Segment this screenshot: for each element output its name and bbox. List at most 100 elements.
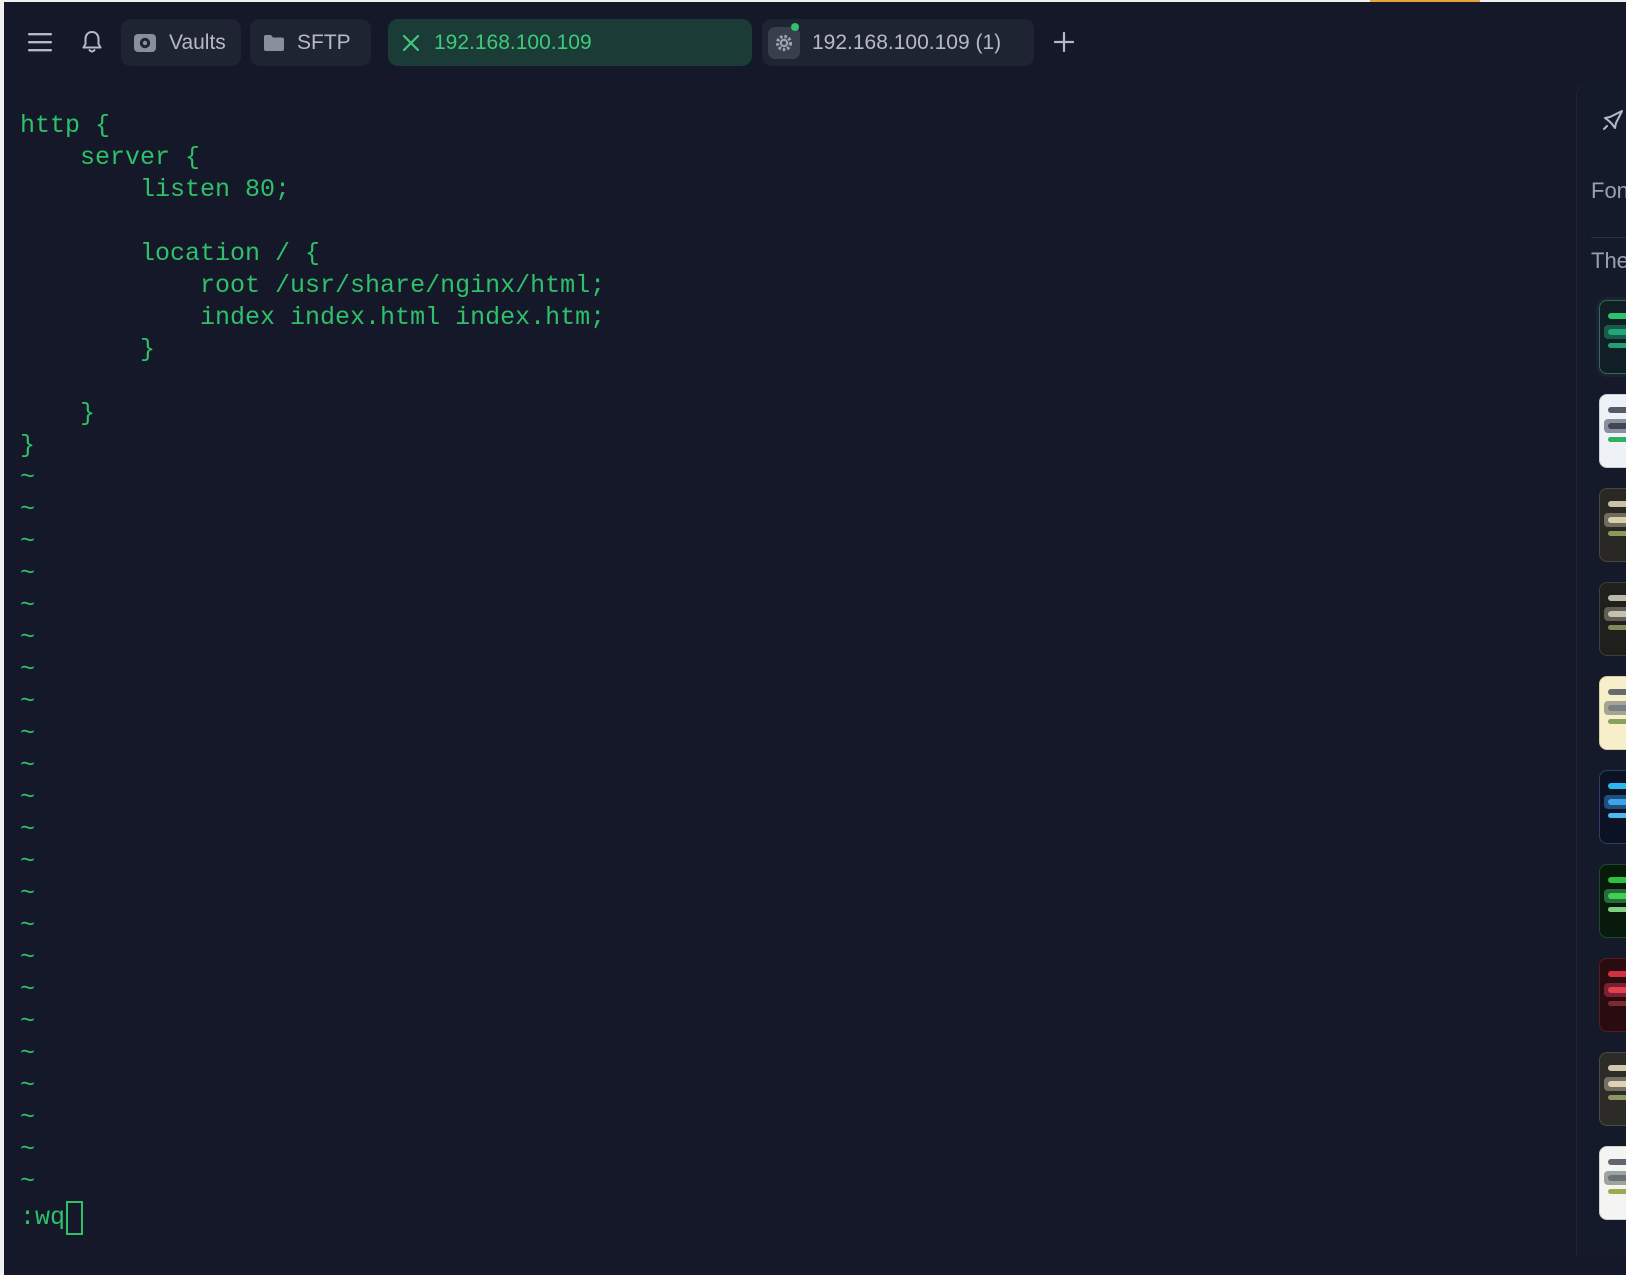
- plus-icon: [1054, 32, 1074, 52]
- empty-line-tilde: ~: [20, 1135, 36, 1164]
- theme-preview-line: [1608, 1189, 1626, 1194]
- folder-icon: [264, 34, 284, 51]
- empty-line-tilde: ~: [20, 815, 36, 844]
- empty-line-tilde: ~: [20, 527, 36, 556]
- tab-session-2[interactable]: 192.168.100.109 (1): [762, 19, 1034, 66]
- theme-preview-line: [1608, 1095, 1626, 1100]
- code-line: http {: [20, 111, 111, 140]
- empty-line-tilde: ~: [20, 495, 36, 524]
- theme-section-label: The: [1591, 248, 1626, 273]
- empty-line-tilde: ~: [20, 463, 36, 492]
- code-line: root /usr/share/nginx/html;: [20, 271, 606, 300]
- theme-preview-line: [1608, 1159, 1626, 1165]
- session-icon-badge: [768, 22, 800, 59]
- code-line: }: [20, 399, 96, 428]
- theme-card-theme-light[interactable]: [1599, 394, 1626, 468]
- menu-button[interactable]: [20, 22, 60, 62]
- hamburger-menu-icon: [28, 33, 52, 52]
- theme-preview-line: [1608, 343, 1626, 348]
- empty-line-tilde: ~: [20, 1039, 36, 1068]
- empty-line-tilde: ~: [20, 687, 36, 716]
- empty-line-tilde: ~: [20, 943, 36, 972]
- theme-card-theme-tan[interactable]: [1599, 488, 1626, 562]
- theme-preview-line: [1608, 437, 1626, 442]
- empty-line-tilde: ~: [20, 719, 36, 748]
- vim-command-text: :wq: [20, 1203, 66, 1232]
- theme-preview-line: [1608, 705, 1626, 711]
- theme-preview-line: [1608, 719, 1626, 724]
- theme-preview-line: [1608, 1175, 1626, 1181]
- theme-preview-line: [1608, 813, 1626, 818]
- tab-sftp[interactable]: SFTP: [250, 19, 371, 66]
- code-line: }: [20, 431, 36, 460]
- empty-line-tilde: ~: [20, 847, 36, 876]
- tab-label: Vaults: [169, 30, 226, 54]
- empty-line-tilde: ~: [20, 911, 36, 940]
- code-line: index index.html index.htm;: [20, 303, 606, 332]
- empty-line-tilde: ~: [20, 783, 36, 812]
- theme-preview-line: [1608, 407, 1626, 413]
- tab-label: 192.168.100.109 (1): [812, 30, 1002, 54]
- appearance-side-panel: Fon The: [1576, 82, 1626, 1257]
- theme-card-theme-cream[interactable]: [1599, 676, 1626, 750]
- theme-card-theme-crimson[interactable]: [1599, 958, 1626, 1032]
- theme-preview-line: [1608, 595, 1626, 601]
- vault-icon: [134, 33, 156, 52]
- theme-preview-line: [1608, 423, 1626, 429]
- code-line: listen 80;: [20, 175, 291, 204]
- theme-preview-line: [1608, 689, 1626, 695]
- empty-line-tilde: ~: [20, 751, 36, 780]
- empty-buffer-lines: ~ ~ ~ ~ ~ ~ ~ ~ ~ ~ ~ ~ ~ ~ ~ ~ ~ ~ ~ ~ ~ ~ ~: [20, 462, 1520, 1198]
- terminal-output[interactable]: http { server { listen 80; location / { …: [20, 110, 1520, 1260]
- empty-line-tilde: ~: [20, 591, 36, 620]
- theme-preview-line: [1608, 971, 1626, 977]
- theme-preview-line: [1608, 893, 1626, 899]
- code-line: server {: [20, 143, 201, 172]
- empty-line-tilde: ~: [20, 975, 36, 1004]
- tab-label: 192.168.100.109: [434, 30, 592, 54]
- empty-line-tilde: ~: [20, 1103, 36, 1132]
- theme-preview-line: [1608, 907, 1626, 912]
- empty-line-tilde: ~: [20, 1007, 36, 1036]
- theme-preview-line: [1608, 1001, 1626, 1006]
- theme-preview-line: [1608, 501, 1626, 507]
- theme-preview-line: [1608, 877, 1626, 883]
- tab-bar: Vaults SFTP 192.168.100.109 192.168.100.…: [4, 2, 1626, 82]
- theme-card-theme-sand[interactable]: [1599, 1052, 1626, 1126]
- notifications-button[interactable]: [72, 22, 112, 62]
- theme-preview-line: [1608, 783, 1626, 789]
- code-line: }: [20, 335, 156, 364]
- bell-icon: [82, 31, 102, 53]
- empty-line-tilde: ~: [20, 879, 36, 908]
- font-section-label: Fon: [1591, 178, 1626, 203]
- theme-card-theme-paper[interactable]: [1599, 1146, 1626, 1220]
- theme-preview-line: [1608, 611, 1626, 617]
- tab-label: SFTP: [297, 30, 351, 54]
- theme-preview-line: [1608, 313, 1626, 319]
- theme-preview-line: [1608, 625, 1626, 630]
- gear-icon: [775, 34, 793, 51]
- text-cursor: [66, 1201, 84, 1235]
- empty-line-tilde: ~: [20, 655, 36, 684]
- theme-card-theme-green[interactable]: [1599, 300, 1626, 374]
- connection-status-dot: [791, 22, 799, 31]
- empty-line-tilde: ~: [20, 1071, 36, 1100]
- empty-line-tilde: ~: [20, 1167, 36, 1196]
- panel-divider: [1591, 237, 1626, 238]
- theme-card-theme-matrix[interactable]: [1599, 864, 1626, 938]
- tab-active-session[interactable]: 192.168.100.109: [388, 19, 752, 66]
- theme-card-theme-dark-olive[interactable]: [1599, 582, 1626, 656]
- empty-line-tilde: ~: [20, 559, 36, 588]
- theme-card-theme-ocean[interactable]: [1599, 770, 1626, 844]
- theme-preview-line: [1608, 517, 1626, 523]
- empty-line-tilde: ~: [20, 623, 36, 652]
- theme-preview-line: [1608, 329, 1626, 335]
- close-icon[interactable]: [402, 34, 420, 52]
- terminal-window: Vaults SFTP 192.168.100.109 192.168.100.…: [4, 2, 1626, 1275]
- rocket-icon[interactable]: [1601, 108, 1625, 132]
- tab-vaults[interactable]: Vaults: [121, 19, 241, 66]
- vim-command-line[interactable]: :wq: [20, 1201, 84, 1235]
- new-tab-button[interactable]: [1044, 22, 1084, 62]
